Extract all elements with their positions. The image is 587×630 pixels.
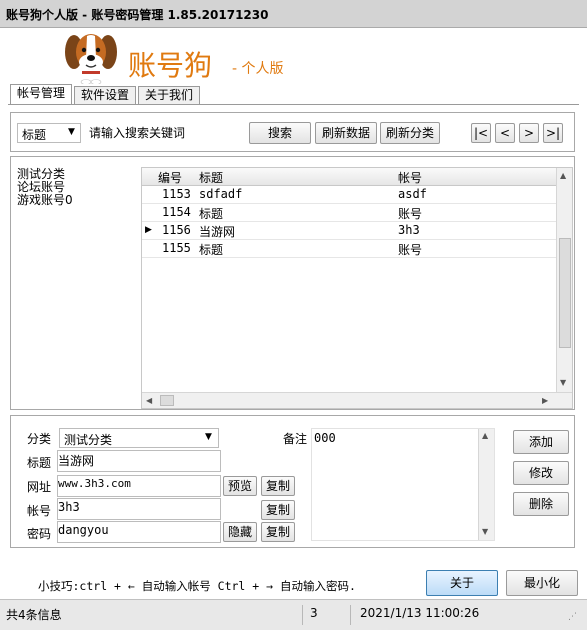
row-id: 1155 <box>162 241 191 255</box>
status-datetime: 2021/1/13 11:00:26 <box>360 606 480 620</box>
grid-horizontal-scrollbar[interactable]: ◀ ▶ <box>142 392 572 408</box>
category-item[interactable]: 论坛账号 <box>17 180 65 194</box>
search-input[interactable]: 请输入搜索关键词 <box>87 122 247 142</box>
account-field[interactable]: 3h3 <box>57 498 221 520</box>
tab-divider <box>8 104 579 105</box>
prev-page-button[interactable]: < <box>495 123 515 143</box>
first-page-button[interactable]: |< <box>471 123 491 143</box>
main-list-panel: 测试分类 论坛账号 游戏账号0 编号 标题 帐号 1153 sdfadf asd… <box>10 156 575 410</box>
tab-software-settings[interactable]: 软件设置 <box>74 86 136 104</box>
table-row[interactable]: 1155 标题 账号 <box>142 240 556 258</box>
app-name: 账号狗 <box>128 49 213 82</box>
category-label: 分类 <box>27 432 52 446</box>
records-grid: 编号 标题 帐号 1153 sdfadf asdf 1154 标题 账号 ▶ 1… <box>141 167 573 409</box>
status-value: 3 <box>310 606 318 620</box>
password-value: dangyou <box>58 523 109 537</box>
scroll-left-icon[interactable]: ◀ <box>146 396 152 405</box>
scroll-down-icon[interactable]: ▼ <box>560 378 566 387</box>
row-account: 账号 <box>398 243 423 257</box>
url-label: 网址 <box>27 480 52 494</box>
row-account: asdf <box>398 187 427 201</box>
minimize-button[interactable]: 最小化 <box>506 570 578 596</box>
table-row[interactable]: 1153 sdfadf asdf <box>142 186 556 204</box>
title-value: 当游网 <box>58 454 95 468</box>
note-label: 备注 <box>283 432 308 446</box>
row-title: 当游网 <box>199 225 236 239</box>
row-title: 标题 <box>199 207 224 221</box>
tab-about-us[interactable]: 关于我们 <box>138 86 200 104</box>
category-item[interactable]: 游戏账号0 <box>17 193 73 207</box>
scroll-down-icon[interactable]: ▼ <box>482 527 488 536</box>
chevron-down-icon: ▼ <box>205 432 212 442</box>
hide-password-button[interactable]: 隐藏 <box>223 522 257 542</box>
category-item[interactable]: 测试分类 <box>17 167 65 181</box>
account-value: 3h3 <box>58 500 80 514</box>
tab-account-management[interactable]: 帐号管理 <box>10 84 72 104</box>
h-scroll-thumb[interactable] <box>160 395 174 406</box>
search-placeholder: 请输入搜索关键词 <box>89 126 186 140</box>
chevron-down-icon: ▼ <box>68 127 75 137</box>
column-header-title[interactable]: 标题 <box>199 169 223 186</box>
row-title: sdfadf <box>199 187 243 201</box>
record-count: 共4条信息 <box>6 608 62 622</box>
row-id: 1154 <box>162 205 191 219</box>
detail-panel: 分类 测试分类 ▼ 备注 000 ▲ ▼ 标题 当游网 网址 www.3h3.c… <box>10 415 575 548</box>
grid-header: 编号 标题 帐号 <box>142 168 556 186</box>
preview-button[interactable]: 预览 <box>223 476 257 496</box>
category-select[interactable]: 测试分类 ▼ <box>59 428 219 448</box>
column-header-account[interactable]: 帐号 <box>398 169 422 186</box>
table-row-current[interactable]: ▶ 1156 当游网 3h3 <box>142 222 556 240</box>
category-select-value: 测试分类 <box>64 433 113 447</box>
window-title: 账号狗个人版 - 账号密码管理 1.85.20171230 <box>6 8 269 22</box>
copy-password-button[interactable]: 复制 <box>261 522 295 542</box>
refresh-data-button[interactable]: 刷新数据 <box>315 122 377 144</box>
url-field[interactable]: www.3h3.com <box>57 475 221 497</box>
copy-url-button[interactable]: 复制 <box>261 476 295 496</box>
about-button[interactable]: 关于 <box>426 570 498 596</box>
url-value: www.3h3.com <box>58 477 131 490</box>
note-scrollbar[interactable]: ▲ ▼ <box>478 429 494 540</box>
resize-grip-icon[interactable]: ⋰ <box>568 612 577 622</box>
edit-button[interactable]: 修改 <box>513 461 569 485</box>
keyboard-tip: 小技巧:ctrl + ← 自动输入帐号 Ctrl + → 自动输入密码. <box>38 579 356 593</box>
table-row[interactable]: 1154 标题 账号 <box>142 204 556 222</box>
row-title: 标题 <box>199 243 224 257</box>
delete-button[interactable]: 删除 <box>513 492 569 516</box>
refresh-category-button[interactable]: 刷新分类 <box>380 122 440 144</box>
app-edition: - 个人版 <box>232 61 284 77</box>
scroll-up-icon[interactable]: ▲ <box>482 431 488 440</box>
search-field-value: 标题 <box>22 128 47 142</box>
copy-account-button[interactable]: 复制 <box>261 500 295 520</box>
password-label: 密码 <box>27 527 52 541</box>
current-row-marker-icon: ▶ <box>145 225 152 235</box>
next-page-button[interactable]: > <box>519 123 539 143</box>
row-account: 账号 <box>398 207 423 221</box>
last-page-button[interactable]: >| <box>543 123 563 143</box>
search-button[interactable]: 搜索 <box>249 122 311 144</box>
category-list: 测试分类 论坛账号 游戏账号0 <box>17 167 137 407</box>
search-panel: 标题 ▼ 请输入搜索关键词 搜索 刷新数据 刷新分类 |< < > >| <box>10 112 575 152</box>
password-field[interactable]: dangyou <box>57 521 221 543</box>
title-field[interactable]: 当游网 <box>57 450 221 472</box>
row-id: 1156 <box>162 223 191 237</box>
scroll-thumb[interactable] <box>559 238 571 348</box>
scroll-up-icon[interactable]: ▲ <box>560 171 566 180</box>
column-header-id[interactable]: 编号 <box>158 169 182 186</box>
note-value: 000 <box>314 431 336 445</box>
row-id: 1153 <box>162 187 191 201</box>
add-button[interactable]: 添加 <box>513 430 569 454</box>
note-textarea[interactable]: 000 ▲ ▼ <box>311 428 495 541</box>
status-bar: 共4条信息 3 2021/1/13 11:00:26 ⋰ <box>0 599 587 630</box>
search-field-select[interactable]: 标题 ▼ <box>17 123 81 143</box>
window-titlebar: 账号狗个人版 - 账号密码管理 1.85.20171230 <box>0 0 587 28</box>
grid-vertical-scrollbar[interactable]: ▲ ▼ <box>556 168 572 392</box>
title-label: 标题 <box>27 456 52 470</box>
status-divider <box>302 605 303 625</box>
account-label: 帐号 <box>27 504 52 518</box>
scroll-right-icon[interactable]: ▶ <box>542 396 548 405</box>
dog-logo-icon <box>65 34 117 84</box>
row-account: 3h3 <box>398 223 420 237</box>
status-divider <box>350 605 351 625</box>
